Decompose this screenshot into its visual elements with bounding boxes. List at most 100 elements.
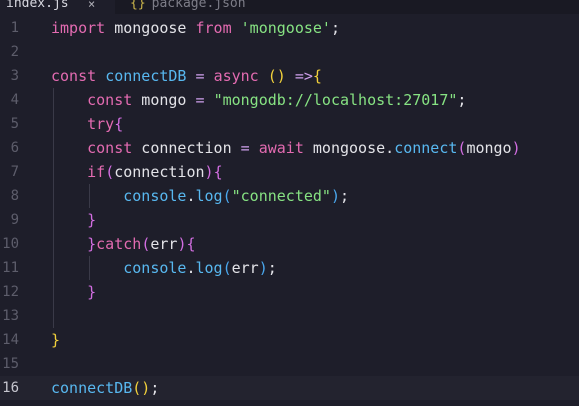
code-text: }	[51, 328, 60, 352]
code-token: ;	[340, 187, 350, 205]
code-line[interactable]: 10 }catch(err){	[0, 232, 579, 256]
code-token: =	[240, 139, 250, 157]
code-token: }	[87, 235, 97, 253]
line-number: 15	[2, 356, 19, 372]
code-token: ()	[132, 379, 151, 397]
line-number: 16	[2, 380, 19, 396]
code-token: err	[150, 235, 178, 253]
code-token: log	[195, 259, 223, 277]
code-line[interactable]: 6 const connection = await mongoose.conn…	[0, 136, 579, 160]
code-text: import mongoose from 'mongoose';	[51, 16, 340, 40]
code-line[interactable]: 11 console.log(err);	[0, 256, 579, 280]
code-token: 'mongoose'	[240, 19, 331, 37]
code-text: if(connection){	[51, 160, 223, 184]
code-token: mongo	[132, 91, 196, 109]
code-line[interactable]: 3 const connectDB = async () =>{	[0, 64, 579, 88]
code-token: }	[51, 331, 61, 349]
code-token: err	[231, 259, 259, 277]
code-token: console	[123, 259, 187, 277]
code-line[interactable]: 12 }	[0, 280, 579, 304]
code-token: )	[330, 187, 340, 205]
code-text: }catch(err){	[51, 232, 196, 256]
line-number: 5	[10, 116, 19, 132]
code-editor[interactable]: 1 import mongoose from 'mongoose'; 2 3 const…	[0, 16, 579, 406]
tab-index-js[interactable]: index.js ×	[0, 0, 115, 14]
code-token: "mongodb://localhost:27017"	[213, 91, 458, 109]
code-token: (	[141, 235, 151, 253]
line-number: 8	[10, 188, 19, 204]
line-number: 1	[10, 20, 19, 36]
code-token: (	[105, 163, 115, 181]
code-token: {	[114, 115, 124, 133]
indent-guide	[53, 88, 54, 328]
code-token: )	[511, 139, 521, 157]
code-token: }	[87, 211, 97, 229]
code-token: =>	[294, 67, 313, 85]
code-line[interactable]: 4 const mongo = "mongodb://localhost:270…	[0, 88, 579, 112]
code-token: ;	[267, 259, 277, 277]
close-icon[interactable]: ×	[88, 0, 95, 14]
code-token: .	[186, 259, 196, 277]
code-token: .	[186, 187, 196, 205]
code-token: connection	[114, 163, 205, 181]
code-line[interactable]: 1 import mongoose from 'mongoose';	[0, 16, 579, 40]
code-line[interactable]: 13	[0, 304, 579, 328]
code-token: await	[258, 139, 304, 157]
code-token: connection	[132, 139, 241, 157]
code-token: ;	[457, 91, 467, 109]
code-line[interactable]: 14}	[0, 328, 579, 352]
indent-guide	[89, 256, 91, 280]
code-text: connectDB();	[51, 376, 159, 400]
code-line[interactable]: 16 connectDB();	[0, 376, 579, 400]
tab-label: index.js	[6, 0, 69, 11]
line-number: 9	[10, 212, 19, 228]
code-token: {	[213, 163, 223, 181]
editor-tab-bar: index.js × {} package.json	[0, 0, 579, 14]
tab-label: package.json	[151, 0, 246, 11]
code-token: log	[195, 187, 223, 205]
code-token: mongoose	[105, 19, 196, 37]
code-token: connectDB	[51, 379, 133, 397]
code-token: connectDB	[105, 67, 187, 85]
code-text: const connection = await mongoose.connec…	[51, 136, 521, 160]
code-line[interactable]: 7 if(connection){	[0, 160, 579, 184]
line-number: 6	[10, 140, 19, 156]
code-token: ()	[267, 67, 286, 85]
code-text: }	[51, 208, 96, 232]
code-token: ;	[330, 19, 340, 37]
code-token: const	[87, 139, 133, 157]
line-number: 12	[2, 284, 19, 300]
code-line[interactable]: 9 }	[0, 208, 579, 232]
json-braces-icon: {}	[130, 0, 146, 11]
code-line[interactable]: 15	[0, 352, 579, 376]
code-token: {	[186, 235, 196, 253]
code-text: try{	[51, 112, 123, 136]
line-number: 2	[10, 44, 19, 60]
tab-package-json[interactable]: {} package.json	[116, 0, 266, 14]
code-line[interactable]: 5 try{	[0, 112, 579, 136]
line-number: 7	[10, 164, 19, 180]
code-token: ;	[150, 379, 160, 397]
code-token: =	[195, 67, 205, 85]
code-line[interactable]: 2	[0, 40, 579, 64]
line-number: 10	[2, 236, 19, 252]
code-line[interactable]: 8 console.log("connected");	[0, 184, 579, 208]
code-text: }	[51, 280, 96, 304]
code-token: mongo	[466, 139, 512, 157]
code-token: =	[195, 91, 205, 109]
code-token: {	[312, 67, 322, 85]
